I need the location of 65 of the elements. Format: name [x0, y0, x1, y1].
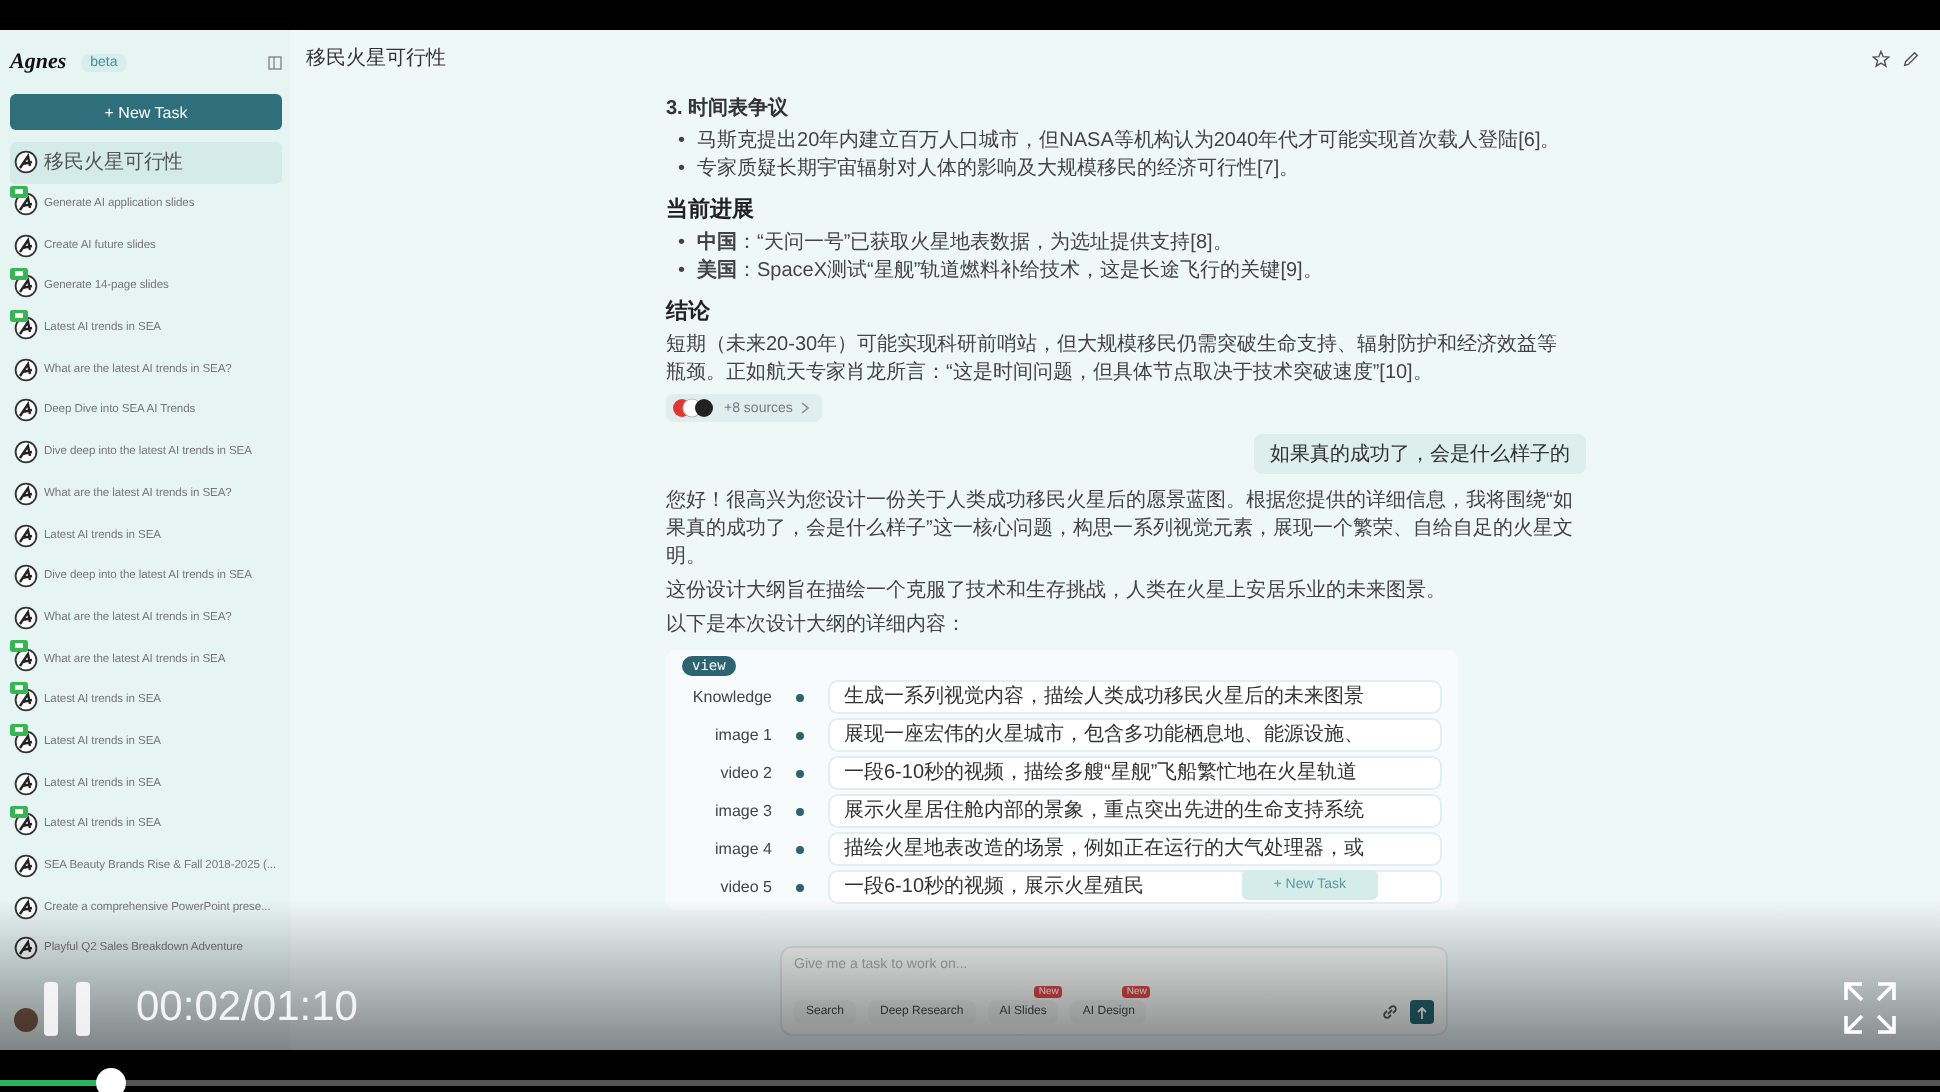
- timeline-dot: [796, 845, 804, 853]
- task-icon: [14, 150, 38, 175]
- task-icon: [14, 398, 38, 423]
- paragraph-text: 您好！很高兴为您设计一份关于人类成功移民火星后的愿景蓝图。根据您提供的详细信息，我将围绕“如果真的成功了，会是什么样子”这一核心问题，构思一系列视觉元素，展现一个繁荣、自给自足的火星文明。: [666, 488, 1575, 572]
- chat-title: 移民火星可行性: [306, 45, 446, 72]
- section-subheading: 3. 时间表争议: [666, 95, 791, 122]
- edit-icon[interactable]: [1902, 49, 1920, 67]
- row-label: image 4: [713, 840, 772, 858]
- bullet-text: 美国：SpaceX测试“星舰”轨道燃料补给技术，这是长途飞行的关键[9]。: [697, 258, 1323, 286]
- task-icon: [14, 481, 38, 506]
- sidebar-toggle-icon[interactable]: [268, 55, 282, 69]
- paragraph-text: 这份设计大纲旨在描绘一个克服了技术和生存挑战，人类在火星上安居乐业的未来图景。: [666, 578, 1448, 606]
- timeline-dot: [796, 769, 804, 777]
- section-heading: 结论: [666, 297, 712, 326]
- paragraph-text: 以下是本次设计大纲的详细内容：: [666, 612, 968, 640]
- user-message: 如果真的成功了，会是什么样子的: [1254, 434, 1586, 474]
- bullet-text: 专家质疑长期宇宙辐射对人体的影响及大规模移民的经济可行性[7]。: [697, 156, 1300, 184]
- progress-track[interactable]: [0, 1080, 1940, 1086]
- row-label: Knowledge: [690, 688, 772, 706]
- row-label: video 5: [718, 878, 772, 896]
- avatar[interactable]: [14, 1008, 38, 1032]
- star-icon[interactable]: [1872, 49, 1890, 67]
- bullet-marker: •: [678, 258, 686, 286]
- prompt-box: 展示火星居住舱内部的景象，重点突出先进的生命支持系统: [828, 794, 1442, 828]
- task-item[interactable]: 移民火星可行性: [10, 142, 282, 184]
- playback-time: 00:02/01:10: [136, 984, 358, 1032]
- chevron-icon: [800, 402, 811, 414]
- fullscreen-button[interactable]: [1844, 982, 1896, 1034]
- logo: Agnes: [10, 50, 67, 74]
- task-icon: [14, 854, 38, 879]
- timeline-dot: [796, 807, 804, 815]
- timeline-dot: [796, 731, 804, 739]
- bullet-text: 马斯克提出20年内建立百万人口城市，但NASA等机构认为2040年代才可能实现首次载人登陆[6]。: [697, 128, 1561, 156]
- task-icon: [14, 564, 38, 589]
- link-icon[interactable]: [1382, 1004, 1398, 1020]
- paragraph-text: 短期（未来20-30年）可能实现科研前哨站，但大规模移民仍需突破生命支持、辐射防护和经济效益等瓶颈。正如航天专家肖龙所言：“这是时间问题，但具体节点取决于技术突破速度”[10]。: [666, 332, 1560, 388]
- row-label: video 2: [718, 764, 772, 782]
- source-logos-icon: [672, 398, 716, 418]
- send-button[interactable]: [1410, 1000, 1434, 1024]
- arrow-up-icon: [1416, 1005, 1428, 1019]
- prompt-box: 展现一座宏伟的火星城市，包含多功能栖息地、能源设施、: [828, 718, 1442, 752]
- task-icon: [14, 936, 38, 961]
- bullet-marker: •: [678, 128, 686, 156]
- row-label: image 3: [713, 802, 772, 820]
- task-icon: [14, 895, 38, 920]
- bullet-marker: •: [678, 156, 686, 184]
- bullet-marker: •: [678, 230, 686, 258]
- prompt-box: 一段6-10秒的视频，描绘多艘“星舰”飞船繁忙地在火星轨道: [828, 756, 1442, 790]
- task-icon: [14, 523, 38, 548]
- task-icon: [14, 440, 38, 465]
- new-task-button[interactable]: + New Task: [10, 94, 282, 130]
- task-icon: [14, 771, 38, 796]
- progress-handle[interactable]: [96, 1068, 127, 1092]
- timeline-dot: [796, 693, 804, 701]
- section-heading: 当前进展: [666, 195, 756, 224]
- task-icon: [14, 605, 38, 630]
- pause-button[interactable]: [44, 981, 90, 1035]
- bullet-text: 中国：“天问一号”已获取火星地表数据，为选址提供支持[8]。: [697, 230, 1233, 258]
- row-label: image 1: [713, 726, 772, 744]
- prompt-box: 描绘火星地表改造的场景，例如正在运行的大气处理器，或: [828, 832, 1442, 866]
- task-title: 移民火星可行性: [44, 149, 184, 177]
- prompt-box: 生成一系列视觉内容，描绘人类成功移民火星后的未来图景: [828, 680, 1442, 714]
- timeline-dot: [796, 883, 804, 891]
- task-icon: [14, 233, 38, 258]
- task-icon: [14, 357, 38, 382]
